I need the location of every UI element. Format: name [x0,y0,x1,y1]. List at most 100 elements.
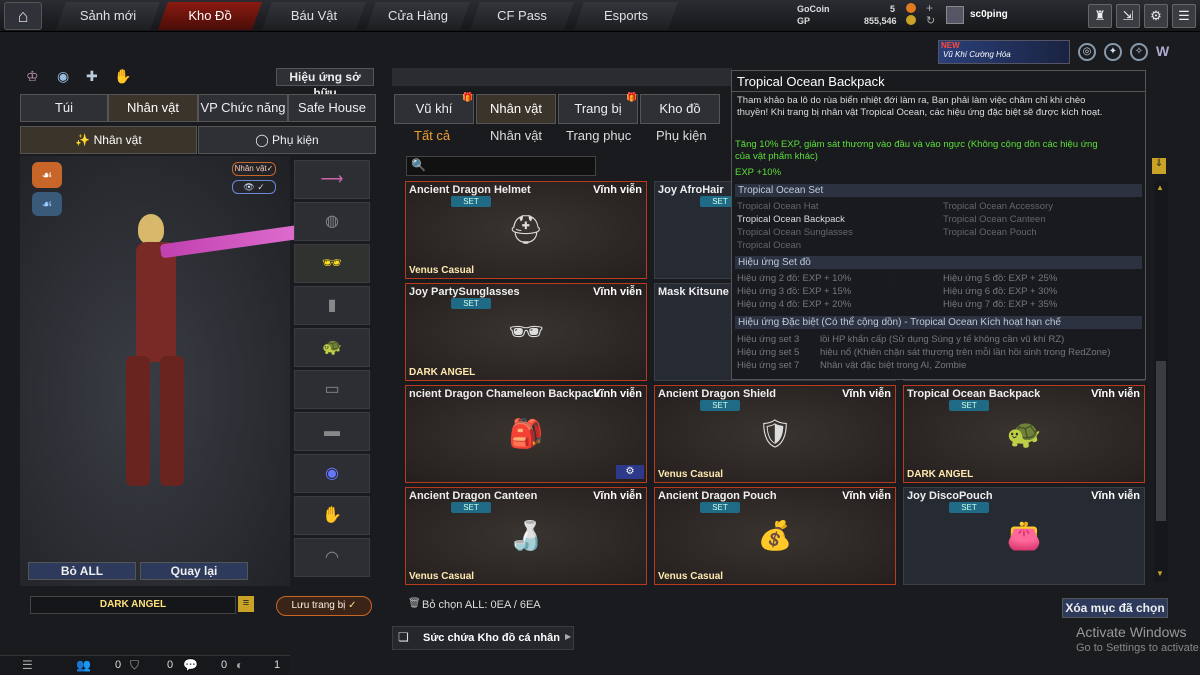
tab-character[interactable]: Nhân vật [108,94,198,122]
tab-bag[interactable]: Túi [20,94,108,122]
class-icon-active[interactable]: ☙ [32,162,62,188]
scroll-thumb[interactable] [1156,361,1166,521]
tab-lobby[interactable]: Sảnh mới [56,2,160,30]
inventory-card[interactable]: Ancient Dragon Helmet Vĩnh viễn SET Venus C… [405,181,647,279]
chat-count: 0 [221,659,228,671]
subtab-outfits[interactable]: Trang phục [566,128,631,143]
inventory-card[interactable]: Ancient Dragon Canteen Vĩnh viễn SET Venus … [405,487,647,585]
slot-glasses[interactable]: 🕶 [294,244,370,283]
promo-banner[interactable]: NEW Vũ Khí Cường Hóa [938,40,1070,64]
tooltip-set-item: Tropical Ocean [737,240,802,251]
effect-ownership-button[interactable]: Hiệu ứng sở hữu [276,68,374,100]
expand-icon[interactable]: ▶ [565,632,571,641]
tab-shop[interactable]: Cửa Hàng [366,2,470,30]
equipment-slots: ⟶ ◍ 🕶 ▮ 🐢 ▭ ▬ ◉ ✋ ◠ [294,156,376,586]
search-input[interactable]: 🔍 [406,156,596,176]
friends-icon[interactable]: 👥 [76,658,91,672]
inventory-card[interactable]: ncient Dragon Chameleon Backpack Vĩnh viễ… [405,385,647,483]
sort-icon[interactable]: ⇓ [1152,158,1166,174]
event-icon-1[interactable]: ◎ [1078,43,1096,61]
capacity-bar[interactable]: ❏ Sức chứa Kho đồ cá nhân ▶ [392,626,574,650]
clan-icon[interactable]: ⛉ [130,658,139,673]
subtab-accessories-label: Phụ kiện [272,133,319,147]
inventory-card[interactable]: Joy DiscoPouch Vĩnh viễn SET 👛 [903,487,1145,585]
character-preview: ☙ ☙ Nhân vật✓ 👁 ✓ [20,156,311,586]
tooltip-bonus: Hiệu ứng 5 đồ: EXP + 25% [943,273,1058,284]
menu-icon[interactable]: ☰ [1172,4,1196,28]
trash-icon[interactable]: 🗑 [408,598,421,609]
mail-icon[interactable]: ◐ [236,658,243,672]
slot-hair[interactable]: ◍ [294,202,370,241]
subtab-all[interactable]: Tất cả [414,128,450,143]
set-badge: SET [451,196,491,207]
avatar[interactable] [946,6,964,24]
character-leg-left [126,356,150,486]
subtab-accessories[interactable]: ◯ Phụ kiện [198,126,376,154]
inventory-card[interactable]: Tropical Ocean Backpack Vĩnh viễn SET DARK … [903,385,1145,483]
mail-count: 1 [274,659,281,671]
inventory-card[interactable]: Joy PartySunglasses Vĩnh viễn SET DARK ANGE… [405,283,647,381]
slot-weapon[interactable]: ⟶ [294,160,370,199]
subtab-characters[interactable]: Nhân vật [490,128,542,143]
tab-esports[interactable]: Esports [574,2,678,30]
inventory-card[interactable]: Ancient Dragon Pouch Vĩnh viễn SET Venus Ca… [654,487,896,585]
slot-vest[interactable]: ▮ [294,286,370,325]
back-button[interactable]: Quay lại [140,562,248,580]
add-currency-icon[interactable]: + [926,1,933,15]
shield-icon: 🛡 [757,418,793,449]
tab-inventory[interactable]: Kho Đồ [158,2,262,30]
character-name-field[interactable]: DARK ANGEL [30,596,236,614]
item-class: Venus Casual [658,469,724,480]
delete-selected-button[interactable]: Xóa mục đã chọn [1062,598,1168,618]
effect-icon-1[interactable]: ♔ [26,68,39,85]
subtab-character[interactable]: ✨ Nhân vật [20,126,197,154]
item-class: Venus Casual [409,265,475,276]
scroll-up-icon[interactable]: ▲ [1156,183,1164,192]
set-badge: SET [949,400,989,411]
view-toggle[interactable]: 👁 ✓ [232,180,276,194]
search-icon: 🔍 [411,158,426,172]
set-badge: SET [451,502,491,513]
effect-icon-2[interactable]: ◉ [57,68,69,85]
selection-count: Bỏ chọn ALL: 0EA / 6EA [422,599,541,611]
slot-pouch[interactable]: ▬ [294,412,370,451]
list-icon[interactable]: ≡ [238,596,254,612]
character-badge[interactable]: Nhân vật✓ [232,162,276,176]
event-icon-2[interactable]: ✦ [1104,43,1122,61]
tab-safe-house[interactable]: Safe House [288,94,376,122]
settings-icon[interactable]: ⚙ [1144,4,1168,28]
effect-icon-3[interactable]: ✚ [86,68,98,85]
tab-cf-pass[interactable]: CF Pass [470,2,574,30]
event-icon-3[interactable]: ✧ [1130,43,1148,61]
rank-icon[interactable]: ♜ [1088,4,1112,28]
tab-function-items[interactable]: VP Chức năng [198,94,288,122]
event-icon-4[interactable]: W [1156,43,1176,61]
unequip-all-button[interactable]: Bỏ ALL [28,562,136,580]
tooltip-effect-2: của vật phẩm khác) [735,151,818,162]
top-navigation-bar: ⌂ Sảnh mới Kho Đồ Báu Vật Cửa Hàng CF Pa… [0,0,1200,32]
scrollbar[interactable]: ▲ ▼ [1154,181,1168,582]
slot-ring[interactable]: ◉ [294,454,370,493]
tab-storage[interactable]: Kho đồ [640,94,720,124]
scroll-down-icon[interactable]: ▼ [1156,569,1164,578]
effect-icon-4[interactable]: ✋ [114,68,131,85]
chat-icon[interactable]: 💬 [183,658,198,672]
gear-icon[interactable]: ⚙ [616,465,644,479]
exit-icon[interactable]: ⇲ [1116,4,1140,28]
tab-characters[interactable]: Nhân vật [476,94,556,124]
slot-mask[interactable]: ◠ [294,538,370,577]
home-button[interactable]: ⌂ [4,2,42,30]
tab-treasure[interactable]: Báu Vật [262,2,366,30]
list-menu-icon[interactable]: ☰ [22,658,33,672]
inventory-card[interactable]: Ancient Dragon Shield Vĩnh viễn SET Venus C… [654,385,896,483]
slot-canteen[interactable]: ▭ [294,370,370,409]
item-duration: Vĩnh viễn [1091,490,1140,502]
slot-gloves[interactable]: ✋ [294,496,370,535]
slot-backpack[interactable]: 🐢 [294,328,370,367]
subtab-accessories-right[interactable]: Phụ kiện [656,128,707,143]
gp-icon [906,15,916,25]
save-loadout-button[interactable]: Lưu trang bị ✓ [276,596,372,616]
item-name: Tropical Ocean Backpack [907,388,1041,400]
class-icon-secondary[interactable]: ☙ [32,192,62,216]
refresh-icon[interactable]: ↻ [926,14,935,27]
